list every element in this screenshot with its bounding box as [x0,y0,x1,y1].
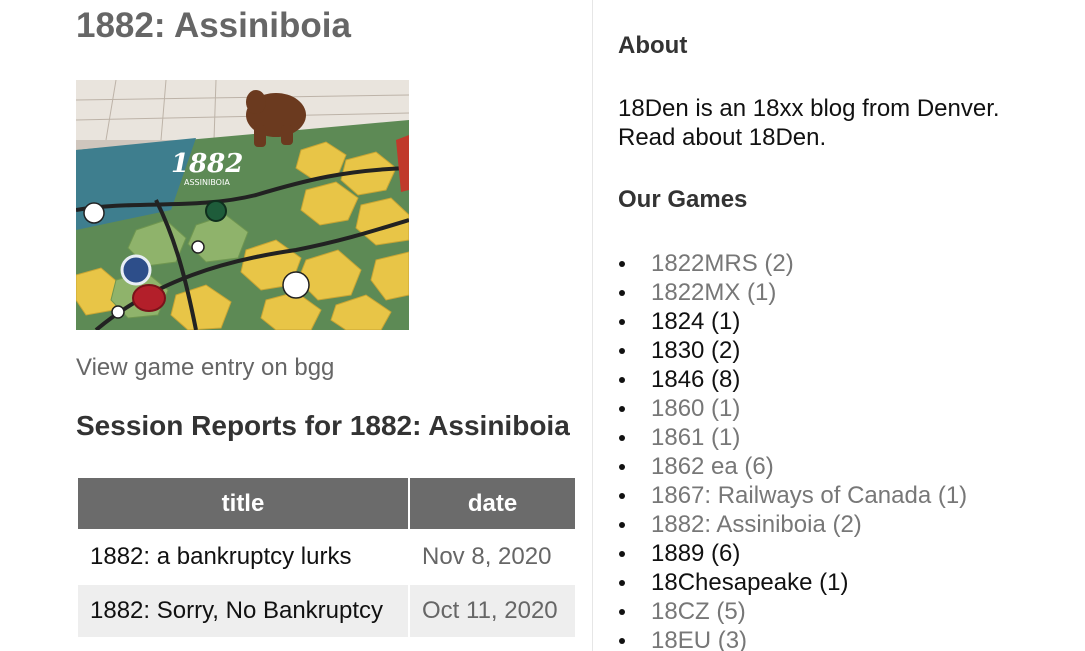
game-link[interactable]: 1861 (1) [651,424,740,451]
about-heading: About [618,32,688,59]
list-item: 1889 (6) [618,539,967,568]
svg-text:1882: 1882 [171,149,243,179]
list-item: 1882: Assiniboia (2) [618,510,967,539]
game-board-image: 1882 ASSINIBOIA [76,80,409,330]
report-title-cell: 1882: Sorry, No Bankruptcy [78,585,408,637]
svg-text:ASSINIBOIA: ASSINIBOIA [184,178,230,187]
table-row: 1882: Sorry, No Bankruptcy Oct 11, 2020 [78,585,575,637]
game-link[interactable]: 18CZ (5) [651,598,746,625]
list-item: 1824 (1) [618,307,967,336]
games-list: 1822MRS (2) 1822MX (1) 1824 (1) 1830 (2)… [618,249,967,651]
list-item: 1867: Railways of Canada (1) [618,481,967,510]
game-link[interactable]: 1882: Assiniboia (2) [651,511,862,538]
session-reports-heading: Session Reports for 1882: Assiniboia [76,410,570,441]
list-item: 1846 (8) [618,365,967,394]
list-item: 18Chesapeake (1) [618,568,967,597]
report-link[interactable]: 1882: Sorry, No Bankruptcy [90,597,383,624]
column-divider [592,0,593,651]
list-item: 1822MX (1) [618,278,967,307]
about-link[interactable]: Read about 18Den. [618,124,826,151]
list-item: 1862 ea (6) [618,452,967,481]
list-item: 1860 (1) [618,394,967,423]
about-text: 18Den is an 18xx blog from Denver. Read … [618,94,1000,152]
game-link[interactable]: 1867: Railways of Canada (1) [651,482,967,509]
column-header-title[interactable]: title [78,478,408,529]
list-item: 1830 (2) [618,336,967,365]
game-link[interactable]: 1846 (8) [651,366,740,393]
report-date-cell: Oct 11, 2020 [410,585,575,637]
list-item: 18CZ (5) [618,597,967,626]
report-title-cell: 1882: a bankruptcy lurks [78,531,408,583]
bgg-link[interactable]: View game entry on bgg [76,354,334,382]
table-row: 1882: a bankruptcy lurks Nov 8, 2020 [78,531,575,583]
about-description: 18Den is an 18xx blog from Denver. [618,95,1000,122]
page-title: 1882: Assiniboia [76,6,351,45]
game-link[interactable]: 1824 (1) [651,308,740,335]
page: 1882: Assiniboia 1882 ASSINIBOIA View ga… [0,0,1085,651]
game-link[interactable]: 18Chesapeake (1) [651,569,848,596]
report-link[interactable]: 1882: a bankruptcy lurks [90,543,351,570]
game-link[interactable]: 1822MX (1) [651,279,776,306]
list-item: 1822MRS (2) [618,249,967,278]
game-link[interactable]: 1862 ea (6) [651,453,774,480]
session-reports-table: title date 1882: a bankruptcy lurks Nov … [76,476,577,639]
game-link[interactable]: 1889 (6) [651,540,740,567]
game-link[interactable]: 1860 (1) [651,395,740,422]
table-header-row: title date [78,478,575,529]
report-date-cell: Nov 8, 2020 [422,543,552,570]
list-item: 1861 (1) [618,423,967,452]
game-link[interactable]: 18EU (3) [651,627,747,651]
game-link[interactable]: 1822MRS (2) [651,250,794,277]
our-games-heading: Our Games [618,186,748,213]
list-item: 18EU (3) [618,626,967,651]
game-link[interactable]: 1830 (2) [651,337,740,364]
column-header-date[interactable]: date [410,478,575,529]
